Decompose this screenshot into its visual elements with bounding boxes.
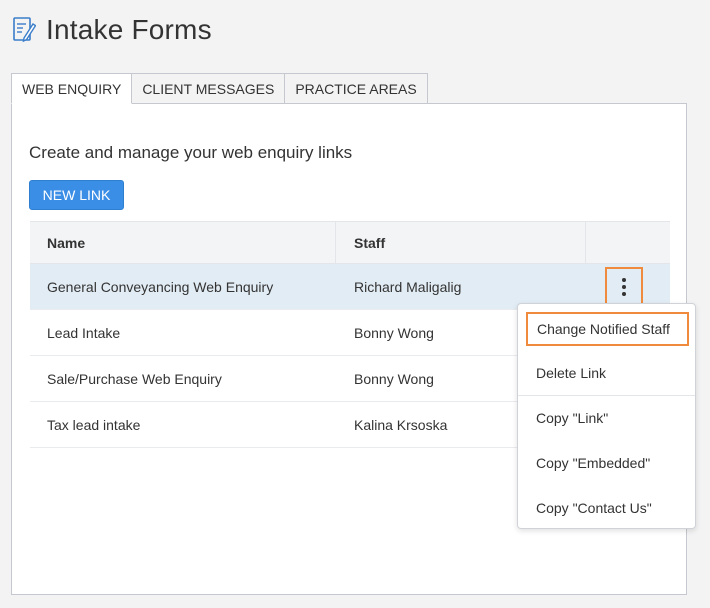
- row-actions-menu: Change Notified Staff Delete Link Copy "…: [517, 303, 696, 529]
- menu-divider: [518, 395, 695, 396]
- tab-bar: WEB ENQUIRY CLIENT MESSAGES PRACTICE ARE…: [11, 73, 428, 104]
- page-title: Intake Forms: [46, 14, 212, 45]
- menu-item-copy-embedded[interactable]: Copy "Embedded": [526, 447, 689, 481]
- tab-client-messages[interactable]: CLIENT MESSAGES: [132, 73, 286, 104]
- column-header-staff[interactable]: Staff: [336, 222, 586, 263]
- menu-item-change-notified-staff[interactable]: Change Notified Staff: [526, 312, 689, 346]
- menu-item-copy-contact-us[interactable]: Copy "Contact Us": [526, 492, 689, 526]
- menu-item-copy-link[interactable]: Copy "Link": [526, 402, 689, 436]
- form-edit-icon: [12, 15, 38, 45]
- vertical-dots-icon[interactable]: [605, 266, 643, 307]
- row-name: Lead Intake: [47, 324, 121, 341]
- tab-practice-areas[interactable]: PRACTICE AREAS: [285, 73, 428, 104]
- panel-intro-text: Create and manage your web enquiry links: [29, 143, 353, 162]
- table-header: Name Staff: [30, 222, 670, 264]
- row-name: Tax lead intake: [47, 416, 141, 433]
- new-link-button[interactable]: NEW LINK: [29, 180, 124, 210]
- row-actions-cell: [586, 266, 670, 307]
- column-header-actions: [586, 222, 670, 263]
- page-header: Intake Forms: [12, 14, 212, 46]
- tab-web-enquiry[interactable]: WEB ENQUIRY: [11, 73, 133, 104]
- row-name: Sale/Purchase Web Enquiry: [47, 370, 222, 387]
- column-header-name[interactable]: Name: [30, 222, 336, 263]
- menu-item-delete-link[interactable]: Delete Link: [526, 357, 689, 391]
- row-staff: Richard Maligalig: [354, 278, 462, 295]
- row-name: General Conveyancing Web Enquiry: [47, 278, 274, 295]
